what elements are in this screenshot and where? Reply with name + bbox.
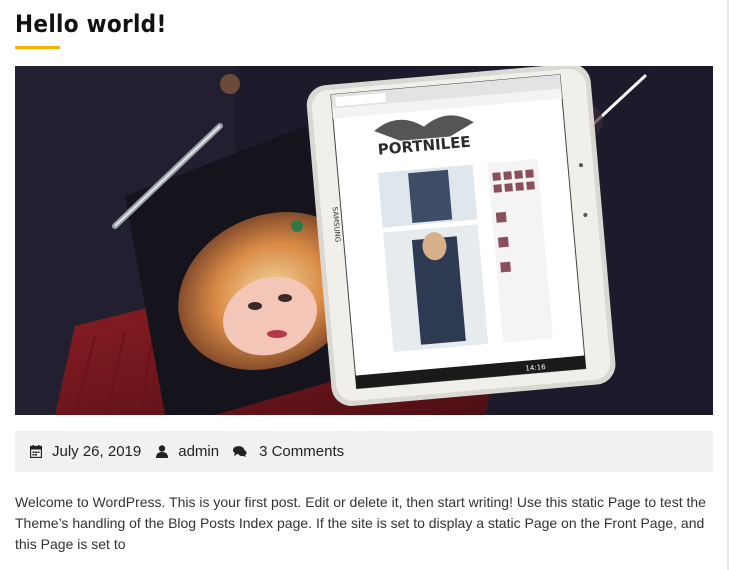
post-comments-text: 3 Comments [259,443,345,460]
calendar-icon [29,445,43,459]
post-meta-bar: July 26, 2019 admin 3 Comments [15,431,713,472]
comments-icon [233,445,247,459]
post-title[interactable]: Hello world! [15,10,167,38]
title-underline [15,46,60,49]
post-excerpt: Welcome to WordPress. This is your first… [15,494,706,552]
post-comments[interactable]: 3 Comments [233,443,344,460]
post-date[interactable]: July 26, 2019 [29,443,141,460]
featured-image[interactable]: PORTNILEE 14:16 SAMSUNG [15,66,713,415]
post-author[interactable]: admin [155,443,219,460]
user-icon [155,445,169,459]
post-author-text: admin [178,443,220,460]
post-date-text: July 26, 2019 [52,443,142,460]
